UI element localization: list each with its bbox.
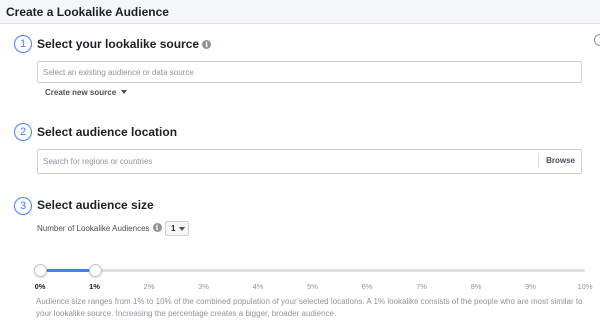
slider-tick-label: 3% bbox=[198, 282, 209, 291]
location-field[interactable]: Browse bbox=[37, 149, 582, 174]
step-3-title: Select audience size bbox=[37, 198, 154, 212]
dialog-header: Create a Lookalike Audience bbox=[0, 0, 600, 24]
step-2-number: 2 bbox=[14, 123, 32, 141]
slider-tick-label: 10% bbox=[577, 282, 593, 291]
slider-tick-label: 7% bbox=[416, 282, 427, 291]
step-1-number: 1 bbox=[14, 35, 32, 53]
slider-tick-label: 6% bbox=[361, 282, 373, 291]
source-field[interactable] bbox=[37, 61, 582, 83]
slider-tick-label: 0% bbox=[34, 282, 46, 291]
info-icon[interactable]: i bbox=[202, 40, 212, 49]
caret-down-icon bbox=[121, 90, 128, 94]
slider-handle-max[interactable] bbox=[88, 264, 102, 277]
slider-tick-label: 9% bbox=[525, 282, 536, 291]
info-icon[interactable]: i bbox=[152, 223, 162, 232]
num-lookalike-value: 1 bbox=[171, 224, 176, 233]
slider-handle-min[interactable] bbox=[34, 264, 47, 277]
audience-size-description: Audience size ranges from 1% to 10% of t… bbox=[36, 297, 583, 318]
slider-tick-label: 5% bbox=[307, 282, 318, 291]
step-2-title: Select audience location bbox=[37, 125, 178, 139]
audience-size-slider-track[interactable] bbox=[40, 269, 585, 272]
create-new-source-button[interactable]: Create new source bbox=[45, 88, 128, 98]
step-1-title: Select your lookalike source i bbox=[37, 37, 212, 51]
slider-tick-label: 8% bbox=[470, 282, 482, 291]
num-lookalike-text: Number of Lookalike Audiences bbox=[37, 224, 150, 233]
source-input[interactable] bbox=[43, 62, 523, 82]
step-3-number: 3 bbox=[14, 197, 32, 215]
caret-down-icon bbox=[179, 227, 185, 231]
create-new-source-label: Create new source bbox=[45, 88, 117, 97]
num-lookalike-select[interactable]: 1 bbox=[165, 221, 189, 236]
num-lookalike-label: Number of Lookalike Audiences i bbox=[37, 223, 162, 235]
browse-button[interactable]: Browse bbox=[538, 154, 581, 168]
slider-tick-label: 4% bbox=[252, 282, 264, 291]
step-1-title-text: Select your lookalike source bbox=[37, 37, 200, 51]
audience-size-slider-fill bbox=[40, 269, 95, 272]
dialog-title: Create a Lookalike Audience bbox=[6, 5, 169, 19]
location-search-input[interactable] bbox=[43, 150, 523, 173]
slider-tick-label: 1% bbox=[89, 282, 100, 291]
help-icon[interactable] bbox=[594, 34, 600, 46]
slider-tick-label: 2% bbox=[143, 282, 155, 291]
